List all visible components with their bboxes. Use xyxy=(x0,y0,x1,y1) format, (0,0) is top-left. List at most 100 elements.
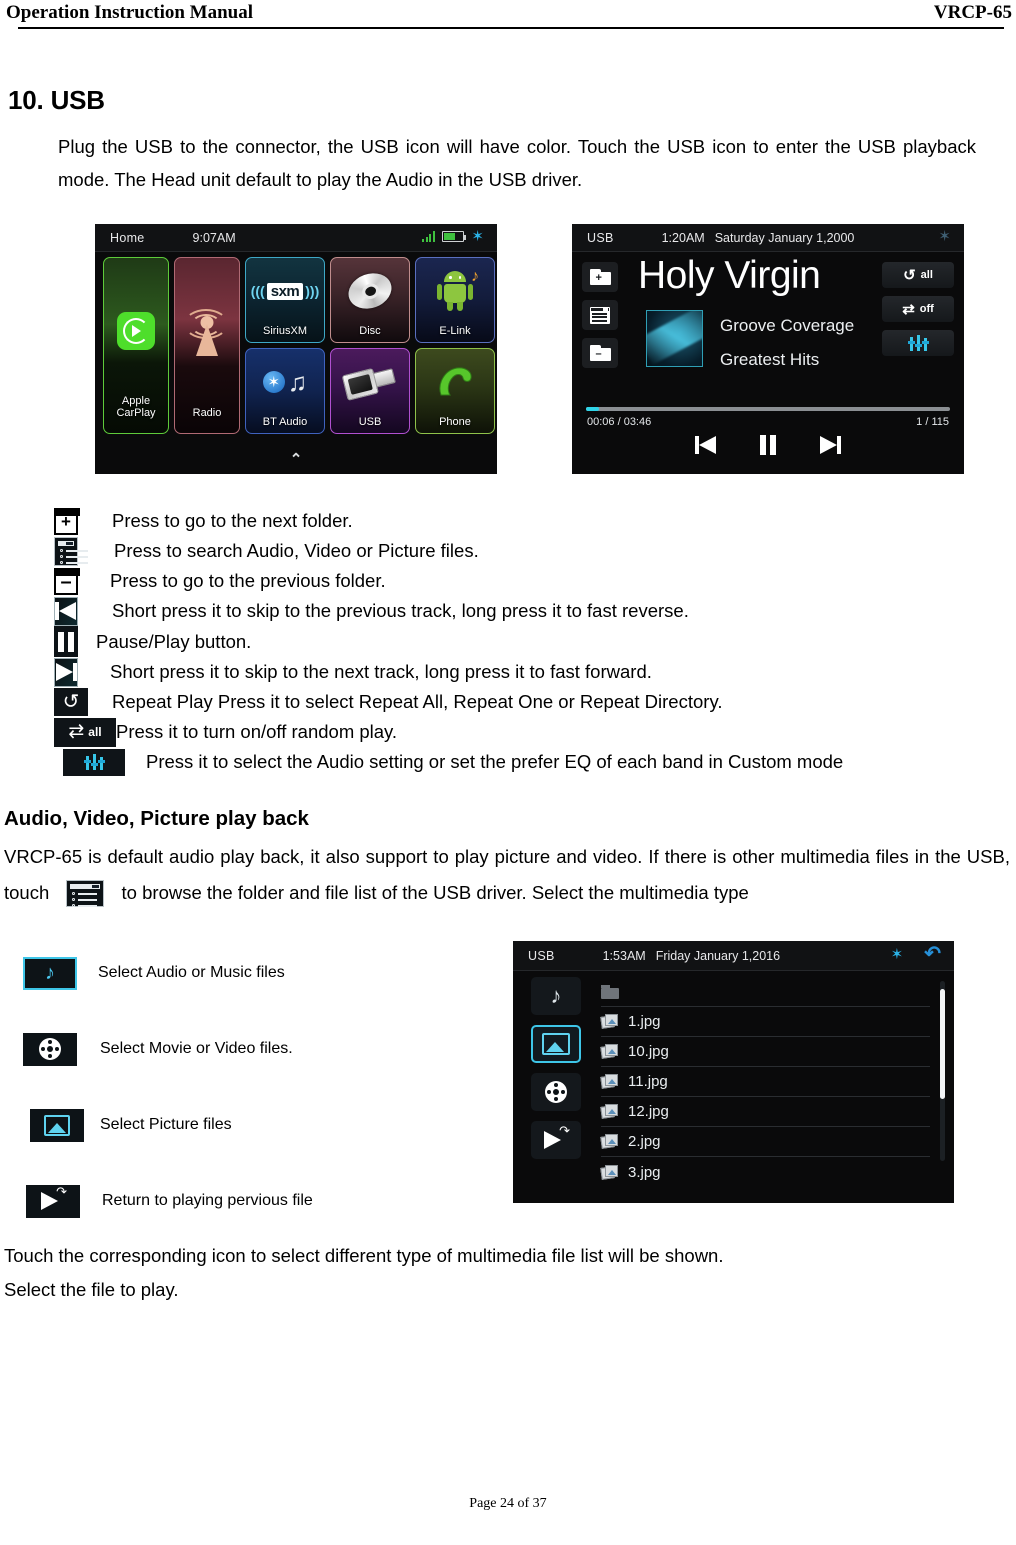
tile-apple-carplay[interactable]: Apple CarPlay xyxy=(103,257,169,434)
type-legend-row: ♪ Select Audio or Music files xyxy=(0,935,500,1011)
file-list-icon xyxy=(54,536,88,566)
home-status-bar: Home 9:07AM ✶ xyxy=(95,224,497,252)
image-file-icon xyxy=(600,1164,619,1180)
browser-status-time: 1:53AM xyxy=(602,948,646,963)
tile-bt-audio[interactable]: ✶ ♫ BT Audio xyxy=(245,348,325,434)
section-heading: 10. USB xyxy=(8,85,105,115)
sidebar-return-button[interactable] xyxy=(531,1121,581,1159)
chevron-up-icon[interactable]: ⌃ xyxy=(95,450,497,468)
list-item[interactable]: 10.jpg xyxy=(600,1037,930,1067)
image-file-icon xyxy=(600,1074,619,1089)
player-right-buttons: ↺ all ⇄ off xyxy=(882,262,954,356)
sidebar-video-button[interactable] xyxy=(531,1073,581,1111)
browser-status-bar: USB 1:53AM Friday January 1,2016 ✶ ↶ xyxy=(513,941,954,971)
button-legend-list: + Press to go to the next folder. Press … xyxy=(0,506,1016,777)
folder-minus-icon: – xyxy=(54,567,80,595)
legend-text: Repeat Play Press it to select Repeat Al… xyxy=(112,691,723,712)
legend-row: ⇄ all Press it to turn on/off random pla… xyxy=(0,717,1016,747)
list-scrollbar[interactable] xyxy=(940,981,945,1161)
prev-folder-button[interactable]: – xyxy=(582,338,618,368)
previous-track-icon[interactable] xyxy=(695,434,717,456)
tile-elink[interactable]: ♪ E-Link xyxy=(415,257,495,343)
player-status-time: 1:20AM xyxy=(661,230,705,245)
player-status-icons: ✶ xyxy=(938,228,951,245)
image-file-icon xyxy=(600,1014,619,1029)
browse-files-button[interactable] xyxy=(582,300,618,330)
tile-label-usb: USB xyxy=(358,416,382,428)
tile-label-siriusxm: SiriusXM xyxy=(262,325,307,337)
film-reel-icon xyxy=(545,1081,567,1103)
repeat-button[interactable]: ↺ all xyxy=(882,262,954,288)
page-footer: Page 24 of 37 xyxy=(469,1496,547,1511)
sidebar-picture-button[interactable] xyxy=(531,1025,581,1063)
player-status-date: Saturday January 1,2000 xyxy=(714,230,855,245)
type-legend-text: Select Audio or Music files xyxy=(98,964,285,981)
shuffle-icon-label: all xyxy=(88,725,102,739)
tile-label-phone: Phone xyxy=(439,416,471,428)
file-name: 10.jpg xyxy=(628,1043,669,1060)
list-item[interactable]: 12.jpg xyxy=(600,1097,930,1127)
return-play-icon xyxy=(543,1123,570,1151)
pause-icon[interactable] xyxy=(759,434,777,456)
legend-row: – Press to go to the previous folder. xyxy=(0,566,1016,596)
transport-controls xyxy=(572,434,964,456)
shuffle-mode-label: off xyxy=(919,303,934,315)
tile-phone[interactable]: Phone xyxy=(415,348,495,434)
phone-handset-icon xyxy=(416,353,494,411)
list-item[interactable]: 1.jpg xyxy=(600,1007,930,1037)
back-arrow-icon[interactable]: ↶ xyxy=(924,944,941,964)
music-note-icon: ♪ xyxy=(550,983,562,1008)
shuffle-button[interactable]: ⇄ off xyxy=(882,296,954,322)
equalizer-button[interactable] xyxy=(882,330,954,356)
sidebar-music-button[interactable]: ♪ xyxy=(531,977,581,1015)
progress-bar[interactable] xyxy=(586,407,950,411)
closing-line-1: Touch the corresponding icon to select d… xyxy=(4,1245,724,1266)
screenshot-row: Home 9:07AM ✶ Apple CarPlay Radio (((sx… xyxy=(0,224,1016,484)
bluetooth-icon: ✶ xyxy=(938,228,951,245)
page-running-head: Operation Instruction Manual VRCP-65 xyxy=(0,0,1016,30)
bluetooth-icon: ✶ xyxy=(471,228,484,245)
type-legend-text: Return to playing pervious file xyxy=(102,1192,313,1209)
home-status-time: 9:07AM xyxy=(192,230,236,245)
legend-row: + Press to go to the next folder. xyxy=(0,506,1016,536)
page-content: 10. USB Plug the USB to the connector, t… xyxy=(0,30,1016,1307)
legend-row: ↺ Repeat Play Press it to select Repeat … xyxy=(0,687,1016,717)
usb-player-screenshot: USB 1:20AM Saturday January 1,2000 ✶ + – xyxy=(572,224,964,474)
home-app-grid: AppleCarPlay Radio (((sxm))) SiriusXM xyxy=(103,257,495,435)
music-note-icon: ♪ xyxy=(23,956,77,990)
legend-row: Short press it to skip to the previous t… xyxy=(0,596,1016,626)
usb-stick-icon xyxy=(331,353,409,411)
return-play-icon xyxy=(26,1184,80,1218)
legend-text: Press to go to the next folder. xyxy=(112,510,353,531)
legend-row: Short press it to skip to the next track… xyxy=(0,657,1016,687)
tile-siriusxm[interactable]: (((sxm))) SiriusXM xyxy=(245,257,325,343)
tile-radio[interactable]: Radio xyxy=(174,257,240,434)
list-item[interactable]: 11.jpg xyxy=(600,1067,930,1097)
radio-tower-icon xyxy=(175,262,239,399)
bluetooth-icon: ✶ xyxy=(890,945,904,963)
shuffle-icon: ⇄ xyxy=(902,300,915,318)
battery-icon xyxy=(442,231,467,242)
image-file-icon xyxy=(600,1044,619,1059)
shuffle-icon: ⇄ all xyxy=(54,717,116,747)
list-item[interactable]: 3.jpg xyxy=(600,1157,930,1187)
file-list: 1.jpg 10.jpg 11.jpg 12.jpg 2.jpg 3.jpg xyxy=(600,977,930,1203)
tile-disc[interactable]: Disc xyxy=(330,257,410,343)
list-item[interactable] xyxy=(601,977,930,1007)
tile-label-disc: Disc xyxy=(359,325,381,337)
file-list-icon xyxy=(590,306,610,324)
tile-usb[interactable]: USB xyxy=(330,348,410,434)
film-reel-icon xyxy=(23,1032,77,1066)
track-counter: 1 / 115 xyxy=(916,416,949,428)
repeat-mode-label: all xyxy=(920,269,933,281)
section-intro-paragraph: Plug the USB to the connector, the USB i… xyxy=(58,136,976,190)
scrollbar-thumb[interactable] xyxy=(940,989,945,1099)
next-track-icon[interactable] xyxy=(819,434,841,456)
legend-text: Short press it to skip to the previous t… xyxy=(112,600,689,621)
type-legend-and-browser: ♪ Select Audio or Music files Select Mov… xyxy=(0,935,1016,1235)
track-title: Holy Virgin xyxy=(638,254,821,297)
list-item[interactable]: 2.jpg xyxy=(600,1127,930,1157)
signal-bars-icon xyxy=(422,231,435,242)
progress-bar-fill xyxy=(586,407,599,411)
next-folder-button[interactable]: + xyxy=(582,262,618,292)
